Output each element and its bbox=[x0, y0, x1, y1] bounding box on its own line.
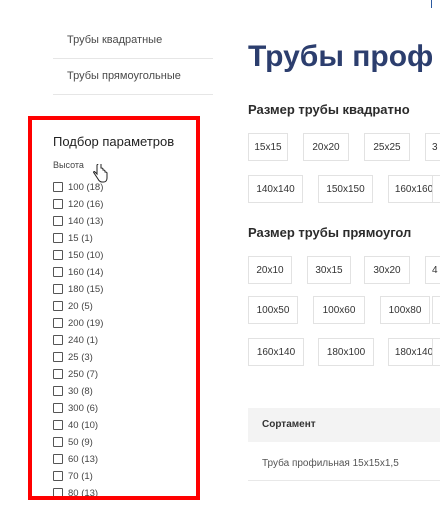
filter-option-label: 200 (19) bbox=[68, 317, 104, 329]
filter-option[interactable]: 70 (1) bbox=[53, 469, 93, 483]
filter-option[interactable]: 80 (13) bbox=[53, 486, 99, 499]
nav-item-rect-pipes[interactable]: Трубы прямоугольные bbox=[53, 58, 213, 94]
checkbox[interactable] bbox=[53, 352, 63, 362]
filter-panel: Подбор параметров Высота 100 (18) 120 (1… bbox=[28, 116, 200, 500]
size-chip[interactable]: 20x10 bbox=[248, 256, 292, 284]
filter-option[interactable]: 160 (14) bbox=[53, 265, 103, 279]
filter-option-label: 20 (5) bbox=[68, 300, 93, 312]
size-chip[interactable] bbox=[432, 175, 440, 203]
checkbox[interactable] bbox=[53, 250, 63, 260]
filter-option-label: 150 (10) bbox=[68, 249, 104, 261]
filter-option[interactable]: 300 (6) bbox=[53, 401, 98, 415]
size-chip[interactable]: 15x15 bbox=[248, 133, 288, 161]
checkbox[interactable] bbox=[53, 369, 63, 379]
section-heading-rect: Размер трубы прямоугол bbox=[248, 225, 412, 240]
size-chip[interactable] bbox=[432, 296, 440, 324]
filter-option[interactable]: 150 (10) bbox=[53, 248, 103, 262]
filter-option[interactable]: 120 (16) bbox=[53, 197, 103, 211]
filter-option-label: 160 (14) bbox=[68, 266, 104, 278]
filter-option[interactable]: 140 (13) bbox=[53, 214, 103, 228]
filter-option-label: 180 (15) bbox=[68, 283, 104, 295]
checkbox[interactable] bbox=[53, 437, 63, 447]
filter-option[interactable]: 50 (9) bbox=[53, 435, 93, 449]
filter-option-label: 120 (16) bbox=[68, 198, 104, 210]
table-row[interactable]: Труба профильная 15x15x1,5 bbox=[262, 458, 399, 469]
checkbox[interactable] bbox=[53, 386, 63, 396]
filter-group-height[interactable]: Высота bbox=[53, 160, 84, 170]
checkbox[interactable] bbox=[53, 301, 63, 311]
filter-option[interactable]: 240 (1) bbox=[53, 333, 98, 347]
nav-divider bbox=[53, 94, 213, 95]
filter-option-label: 40 (10) bbox=[68, 419, 99, 431]
size-chip[interactable]: 4 bbox=[425, 256, 440, 284]
filter-option-label: 60 (13) bbox=[68, 453, 99, 465]
filter-option-label: 300 (6) bbox=[68, 402, 99, 414]
checkbox[interactable] bbox=[53, 403, 63, 413]
size-chip[interactable]: 100x60 bbox=[313, 296, 365, 324]
checkbox[interactable] bbox=[53, 284, 63, 294]
size-chip[interactable]: 140x140 bbox=[248, 175, 303, 203]
size-chip[interactable]: 20x20 bbox=[303, 133, 349, 161]
size-chip[interactable]: 30x20 bbox=[364, 256, 410, 284]
checkbox[interactable] bbox=[53, 182, 63, 192]
checkbox[interactable] bbox=[53, 488, 63, 496]
filter-option-label: 15 (1) bbox=[68, 232, 93, 244]
size-chip[interactable]: 150x150 bbox=[318, 175, 373, 203]
filter-option[interactable]: 200 (19) bbox=[53, 316, 103, 330]
filter-option-label: 70 (1) bbox=[68, 470, 93, 482]
filter-option-label: 140 (13) bbox=[68, 215, 104, 227]
checkbox[interactable] bbox=[53, 420, 63, 430]
filter-title: Подбор параметров bbox=[53, 134, 175, 149]
filter-option[interactable]: 100 (18) bbox=[53, 180, 103, 194]
size-chip[interactable] bbox=[432, 338, 440, 366]
checkbox[interactable] bbox=[53, 454, 63, 464]
size-chip[interactable]: 25x25 bbox=[364, 133, 410, 161]
filter-option-label: 50 (9) bbox=[68, 436, 93, 448]
checkbox[interactable] bbox=[53, 267, 63, 277]
size-chip[interactable]: 160x140 bbox=[248, 338, 304, 366]
filter-option[interactable]: 15 (1) bbox=[53, 231, 93, 245]
filter-option[interactable]: 180 (15) bbox=[53, 282, 103, 296]
checkbox[interactable] bbox=[53, 318, 63, 328]
row-divider bbox=[248, 480, 440, 481]
checkbox[interactable] bbox=[53, 233, 63, 243]
filter-option-label: 30 (8) bbox=[68, 385, 93, 397]
nav-item-square-pipes[interactable]: Трубы квадратные bbox=[53, 22, 213, 58]
table-header-label: Сортамент bbox=[262, 419, 316, 430]
checkbox[interactable] bbox=[53, 471, 63, 481]
top-link-fragment[interactable] bbox=[431, 0, 436, 8]
size-chip[interactable]: 100x80 bbox=[380, 296, 430, 324]
checkbox[interactable] bbox=[53, 199, 63, 209]
size-chip[interactable]: 3 bbox=[425, 133, 440, 161]
filter-option[interactable]: 25 (3) bbox=[53, 350, 93, 364]
filter-option-label: 240 (1) bbox=[68, 334, 99, 346]
filter-option[interactable]: 250 (7) bbox=[53, 367, 98, 381]
size-chip[interactable]: 100x50 bbox=[248, 296, 298, 324]
filter-option[interactable]: 30 (8) bbox=[53, 384, 93, 398]
page-title: Трубы проф bbox=[248, 40, 434, 73]
filter-option-label: 250 (7) bbox=[68, 368, 99, 380]
filter-option-label: 80 (13) bbox=[68, 487, 99, 499]
filter-option-label: 100 (18) bbox=[68, 181, 104, 193]
filter-option[interactable]: 60 (13) bbox=[53, 452, 98, 466]
checkbox[interactable] bbox=[53, 216, 63, 226]
filter-option[interactable]: 20 (5) bbox=[53, 299, 93, 313]
size-chip[interactable]: 180x100 bbox=[318, 338, 374, 366]
section-heading-square: Размер трубы квадратно bbox=[248, 102, 410, 117]
checkbox[interactable] bbox=[53, 335, 63, 345]
filter-option-label: 25 (3) bbox=[68, 351, 93, 363]
filter-option[interactable]: 40 (10) bbox=[53, 418, 98, 432]
table-header: Сортамент bbox=[248, 408, 440, 442]
size-chip[interactable]: 30x15 bbox=[307, 256, 351, 284]
